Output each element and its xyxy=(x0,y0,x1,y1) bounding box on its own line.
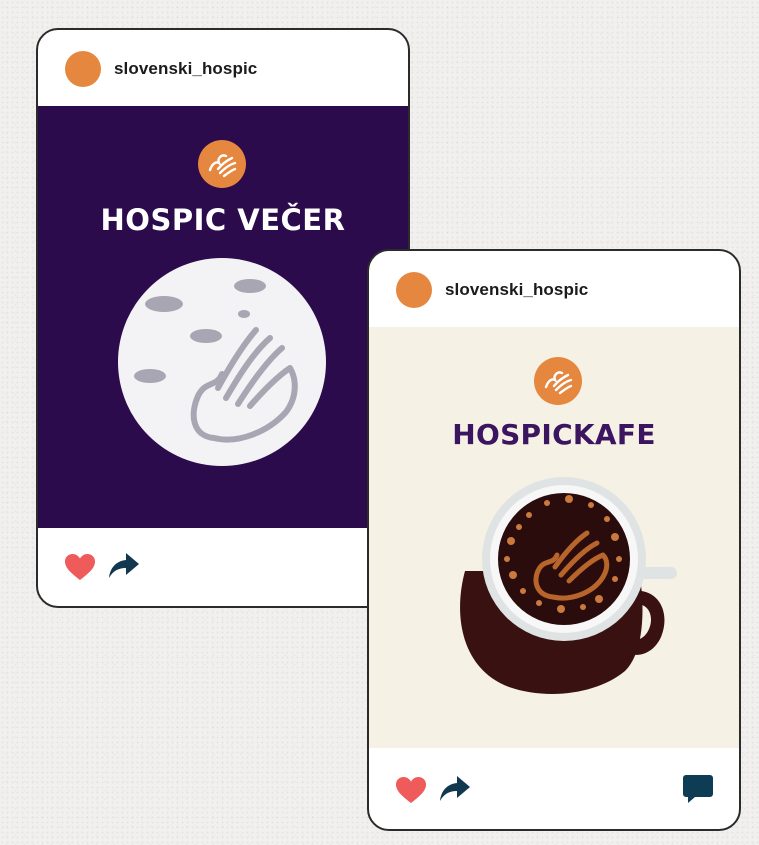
avatar[interactable] xyxy=(65,51,101,87)
hospic-logo-icon xyxy=(198,140,246,188)
moon-hand-icon xyxy=(118,258,326,466)
post-title: HOSPIC VEČER xyxy=(100,203,346,237)
heart-icon[interactable] xyxy=(396,777,426,804)
post-header: slovenski_hospic xyxy=(38,30,408,106)
coffee-cup-icon xyxy=(460,477,677,694)
post-title: HOSPICKAFE xyxy=(452,418,656,451)
post-username[interactable]: slovenski_hospic xyxy=(114,59,257,79)
post-username[interactable]: slovenski_hospic xyxy=(445,280,588,300)
share-icon[interactable] xyxy=(440,776,470,802)
post-image[interactable]: HOSPICKAFE xyxy=(369,327,739,748)
post-actions xyxy=(369,747,739,829)
post-image[interactable]: HOSPIC VEČER xyxy=(38,106,408,528)
share-icon[interactable] xyxy=(109,553,139,579)
avatar[interactable] xyxy=(396,272,432,308)
post-card-hospic-vecer: slovenski_hospic HOSPIC VEČER xyxy=(36,28,410,608)
post-header: slovenski_hospic xyxy=(369,251,739,327)
comment-icon[interactable] xyxy=(683,775,713,803)
hospic-logo-icon xyxy=(534,357,582,405)
post-card-hospickafe: slovenski_hospic HOSPICKAFE xyxy=(367,249,741,831)
heart-icon[interactable] xyxy=(65,554,95,581)
post-actions xyxy=(38,524,408,606)
